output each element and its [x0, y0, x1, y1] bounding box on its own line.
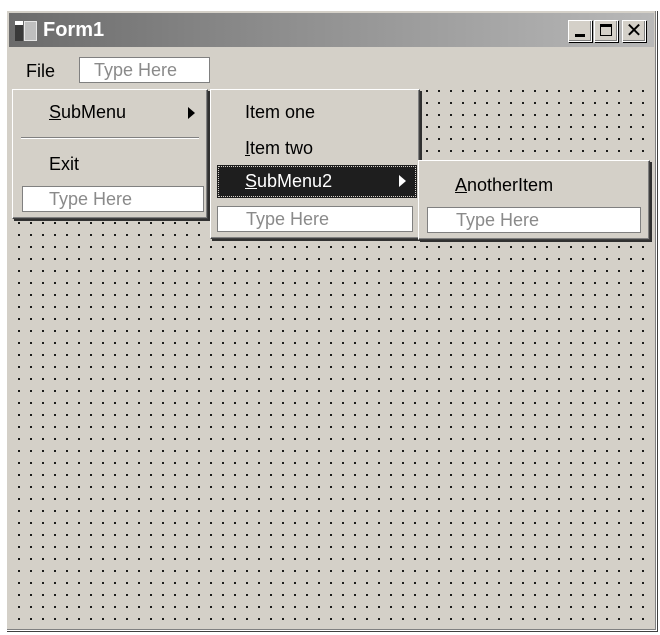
menu-item-submenu[interactable]: SubMenu [49, 102, 126, 123]
menu-file[interactable]: File [26, 61, 55, 82]
submenu2-arrow-icon [399, 175, 406, 187]
menu-bar: File Type Here [9, 49, 654, 89]
submenu-type-here[interactable]: Type Here [217, 206, 413, 232]
menu-item-exit[interactable]: Exit [49, 154, 79, 175]
menu-item-item-two[interactable]: Item two [245, 138, 313, 159]
menu-item-submenu2-label: SubMenu2 [245, 171, 333, 191]
submenu-arrow-icon [188, 107, 195, 119]
maximize-icon [600, 24, 612, 36]
maximize-button[interactable] [594, 20, 618, 42]
file-menu-type-here[interactable]: Type Here [22, 186, 204, 212]
close-icon: ✕ [625, 18, 643, 42]
title-bar[interactable]: Form1 ✕ [9, 13, 654, 47]
submenu2-dropdown: AnotherItem Type Here [418, 160, 650, 240]
form-icon[interactable] [15, 21, 37, 41]
menu-item-item-one[interactable]: Item one [245, 102, 315, 123]
window-title: Form1 [43, 19, 105, 41]
minimize-button[interactable] [568, 20, 592, 42]
file-menu-dropdown: SubMenu Exit Type Here [12, 89, 208, 219]
submenu-dropdown: Item one Item two SubMenu2 Type Here [210, 89, 420, 239]
close-button[interactable]: ✕ [622, 18, 646, 42]
menu-item-another-item[interactable]: AnotherItem [455, 175, 553, 196]
submenu2-type-here[interactable]: Type Here [427, 207, 641, 233]
menu-item-submenu2[interactable]: SubMenu2 [217, 165, 417, 198]
minimize-icon [575, 34, 585, 37]
menubar-type-here[interactable]: Type Here [79, 57, 210, 83]
menu-separator [21, 137, 199, 139]
